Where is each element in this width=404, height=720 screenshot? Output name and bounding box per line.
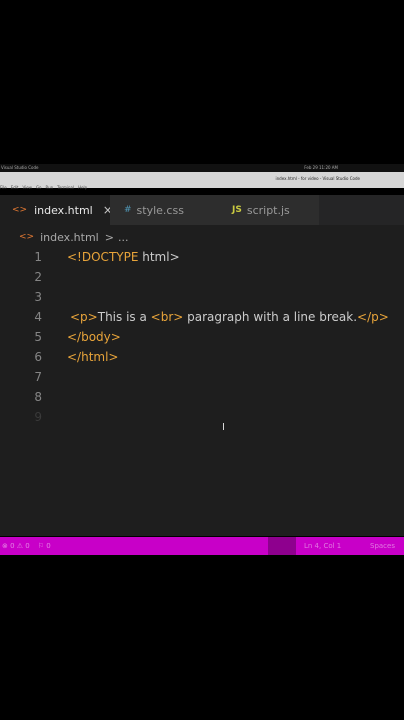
- window-title: index.html - for video - Visual Studio C…: [275, 176, 360, 181]
- code-line[interactable]: 1 <!DOCTYPE html>: [0, 247, 404, 267]
- code-line[interactable]: 8: [0, 387, 404, 407]
- indentation-setting[interactable]: Spaces: [370, 537, 395, 555]
- js-file-icon: JS: [232, 205, 242, 215]
- code-token: This is a: [97, 310, 151, 324]
- os-app-name: Visual Studio Code: [1, 165, 39, 170]
- code-line[interactable]: 7: [0, 367, 404, 387]
- code-token: paragraph with a line break.: [183, 310, 358, 324]
- code-line[interactable]: 3: [0, 287, 404, 307]
- menu-file[interactable]: File: [0, 185, 7, 190]
- line-number: 4: [34, 310, 42, 324]
- tab-label: script.js: [246, 203, 290, 217]
- html-file-icon: <>: [12, 205, 28, 215]
- menu-help[interactable]: Help: [78, 185, 87, 190]
- breadcrumb-separator: >: [104, 230, 114, 244]
- code-line[interactable]: 2: [0, 267, 404, 287]
- status-left: ⊗ 0 ⚠ 0 ⚐ 0: [2, 537, 51, 555]
- code-token: <br>: [150, 310, 184, 324]
- code-text: <!DOCTYPE html>: [67, 247, 180, 267]
- menu-terminal[interactable]: Terminal: [57, 185, 74, 190]
- code-line[interactable]: 6 </html>: [0, 347, 404, 367]
- code-token: html>: [138, 250, 180, 264]
- tab-bar: <> index.html × # style.css JS script.js: [0, 195, 404, 225]
- tab-bar-filler: [319, 195, 404, 225]
- status-highlight-block: [268, 537, 296, 555]
- code-line[interactable]: 4 <p>This is a <br> paragraph with a lin…: [0, 307, 404, 327]
- tab-label: style.css: [136, 203, 184, 217]
- os-clock: Feb 29 11:20 AM: [304, 165, 338, 170]
- line-number: 2: [34, 270, 42, 284]
- code-token: </p>: [357, 310, 389, 324]
- menu-list: File Edit View Go Run Terminal Help: [0, 185, 87, 190]
- code-token: DOCTYPE: [81, 250, 139, 264]
- tab-label: index.html: [34, 203, 93, 217]
- line-number: 1: [34, 250, 42, 264]
- menu-view[interactable]: View: [22, 185, 32, 190]
- os-top-bar: Visual Studio Code Feb 29 11:20 AM: [0, 164, 404, 172]
- css-file-icon: #: [124, 205, 132, 215]
- code-text: </body>: [67, 330, 121, 344]
- line-number: 5: [34, 330, 42, 344]
- tab-index-html[interactable]: <> index.html ×: [0, 195, 113, 225]
- problems-indicator[interactable]: ⊗ 0 ⚠ 0: [2, 537, 30, 555]
- menu-bar: index.html - for video - Visual Studio C…: [0, 172, 404, 190]
- menu-run[interactable]: Run: [46, 185, 54, 190]
- code-line[interactable]: 9: [0, 407, 404, 427]
- text-cursor-icon: I: [222, 422, 225, 433]
- editor-window: <> index.html × # style.css JS script.js…: [0, 195, 404, 536]
- ports-indicator[interactable]: ⚐ 0: [38, 537, 51, 555]
- html-file-icon: <>: [19, 232, 35, 242]
- line-number: 9: [34, 410, 42, 424]
- cursor-position[interactable]: Ln 4, Col 1: [304, 537, 341, 555]
- menu-go[interactable]: Go: [36, 185, 42, 190]
- breadcrumb: <> index.html > ...: [0, 228, 128, 246]
- code-text: <p>This is a <br> paragraph with a line …: [70, 307, 389, 327]
- breadcrumb-file[interactable]: index.html: [40, 231, 99, 244]
- line-number: 8: [34, 390, 42, 404]
- code-token: <p>: [70, 310, 98, 324]
- menu-edit[interactable]: Edit: [11, 185, 19, 190]
- line-number: 3: [34, 290, 42, 304]
- tab-script-js[interactable]: JS script.js: [215, 195, 319, 225]
- line-number: 6: [34, 350, 42, 364]
- line-number: 7: [34, 370, 42, 384]
- tab-style-css[interactable]: # style.css: [110, 195, 215, 225]
- status-bar: ⊗ 0 ⚠ 0 ⚐ 0 Ln 4, Col 1 Spaces: [0, 537, 404, 555]
- code-token: <!: [67, 250, 82, 264]
- breadcrumb-more[interactable]: ...: [118, 231, 129, 244]
- code-text: </html>: [67, 350, 119, 364]
- code-line[interactable]: 5 </body>: [0, 327, 404, 347]
